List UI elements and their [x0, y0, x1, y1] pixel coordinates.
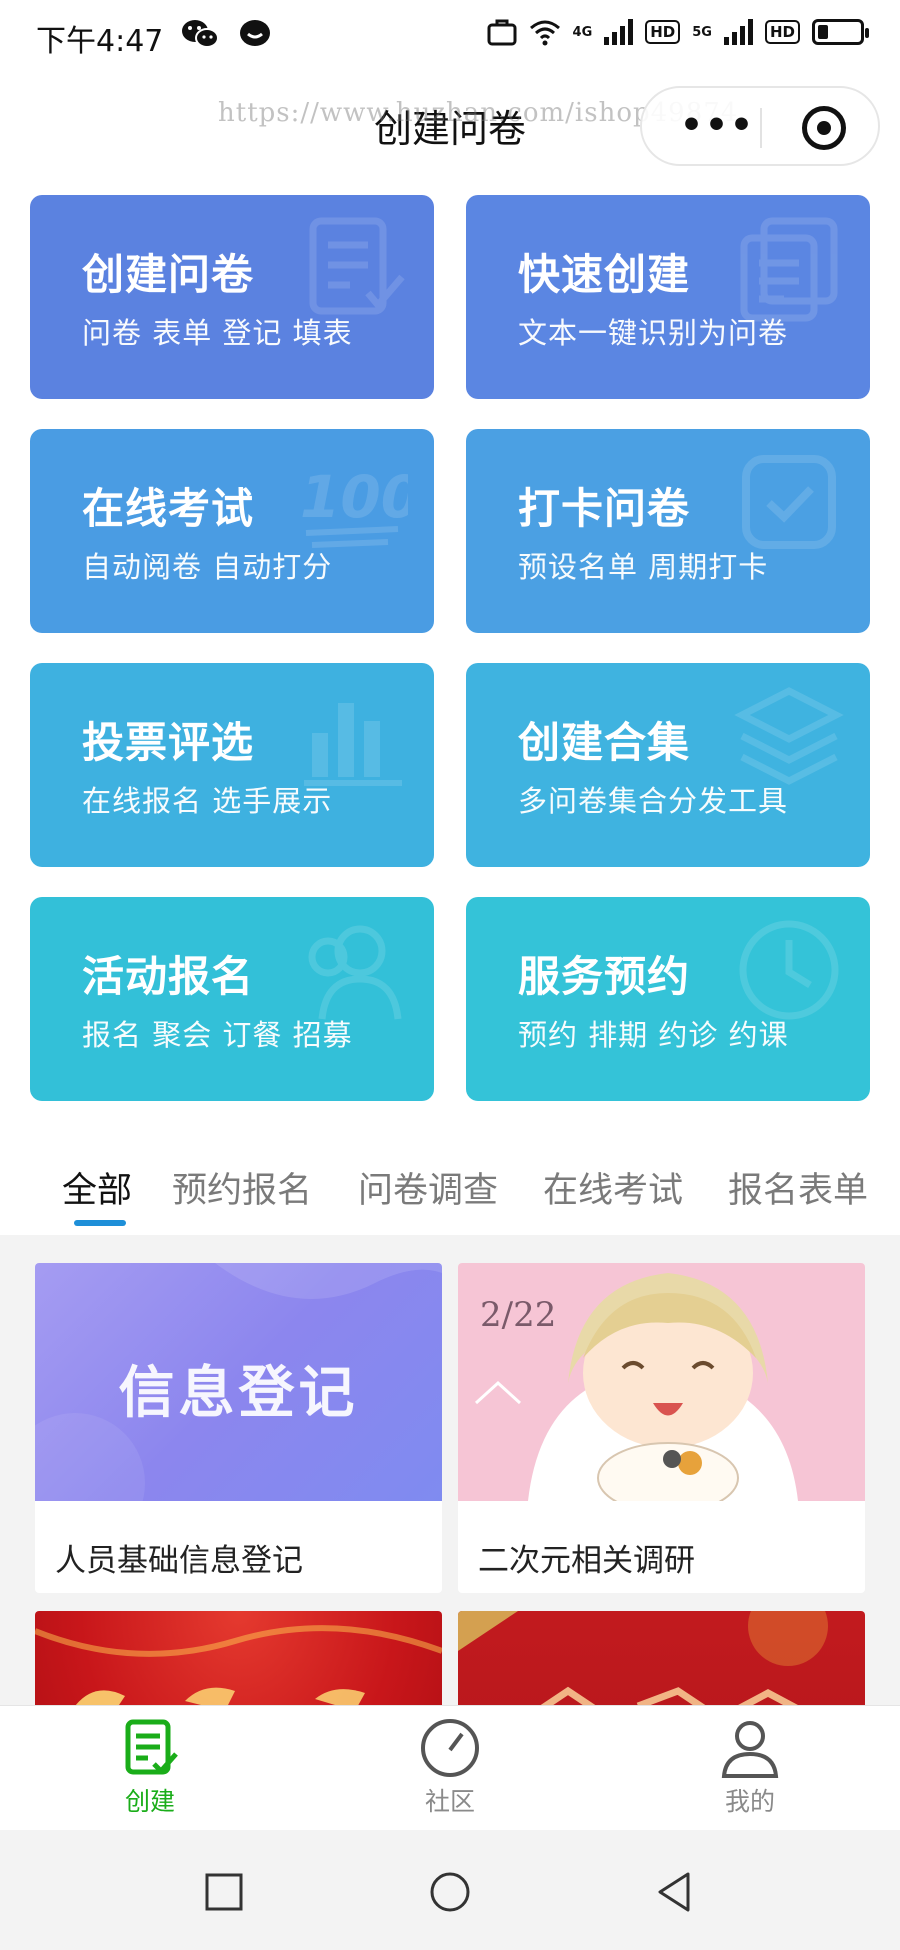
- tab-all[interactable]: 全部: [62, 1162, 132, 1213]
- status-app-icons: [180, 18, 272, 50]
- chat-bubble-icon: [240, 20, 270, 46]
- bottom-tab-bar: 创建 社区 我的: [0, 1705, 900, 1830]
- category-tabs: 全部 预约报名 问卷调查 在线考试 报名表单: [0, 1140, 900, 1235]
- card-title: 快速创建: [518, 250, 691, 299]
- template-card[interactable]: [35, 1611, 442, 1705]
- network-4g: 4G: [572, 24, 593, 40]
- tabbar-label: 我的: [724, 1787, 775, 1816]
- card-title: 服务预约: [518, 952, 691, 1001]
- copy-document-icon: [734, 213, 844, 323]
- signal-icon: [604, 19, 634, 45]
- card-title: 活动报名: [82, 952, 255, 1001]
- tab-signup-form[interactable]: 报名表单: [728, 1162, 868, 1213]
- signal-icon: [723, 19, 753, 45]
- template-cover-image: 信息登记: [35, 1263, 442, 1501]
- tab-online-exam[interactable]: 在线考试: [543, 1162, 683, 1213]
- template-list: 信息登记 人员基础信息登记 2/22 二次元相关调研: [0, 1235, 900, 1705]
- home-icon[interactable]: [428, 1870, 472, 1914]
- svg-text:100: 100: [300, 463, 408, 531]
- card-appointment[interactable]: 服务预约 预约 排期 约诊 约课: [466, 897, 870, 1101]
- card-subtitle: 文本一键识别为问卷: [518, 316, 789, 350]
- wechat-icon: [182, 20, 219, 48]
- card-checkin-survey[interactable]: 打卡问卷 预设名单 周期打卡: [466, 429, 870, 633]
- tabbar-label: 社区: [424, 1787, 475, 1816]
- template-cover-image: 2/22: [458, 1263, 865, 1501]
- status-right: 4G HD 5G HD: [487, 18, 869, 46]
- template-name: 人员基础信息登记: [55, 1543, 303, 1579]
- card-create-survey[interactable]: 创建问卷 问卷 表单 登记 填表: [30, 195, 434, 399]
- status-time: 下午4:47: [36, 24, 164, 59]
- hd-badge: HD: [764, 20, 800, 44]
- template-card[interactable]: [458, 1611, 865, 1705]
- tabbar-community[interactable]: 社区: [390, 1716, 510, 1818]
- template-cover-image: [458, 1611, 865, 1705]
- tab-survey[interactable]: 问卷调查: [358, 1162, 498, 1213]
- hd-badge: HD: [645, 20, 681, 44]
- card-online-exam[interactable]: 100 在线考试 自动阅卷 自动打分: [30, 429, 434, 633]
- back-icon[interactable]: [652, 1870, 696, 1914]
- template-card[interactable]: 2/22 二次元相关调研: [458, 1263, 865, 1593]
- card-quick-create[interactable]: 快速创建 文本一键识别为问卷: [466, 195, 870, 399]
- layers-icon: [734, 681, 844, 791]
- card-collection[interactable]: 创建合集 多问卷集合分发工具: [466, 663, 870, 867]
- card-subtitle: 预约 排期 约诊 约课: [518, 1018, 789, 1052]
- template-name: 二次元相关调研: [478, 1543, 695, 1579]
- briefcase-icon: [487, 19, 517, 46]
- card-subtitle: 自动阅卷 自动打分: [82, 550, 333, 584]
- card-title: 创建合集: [518, 718, 691, 767]
- cover-text: 信息登记: [118, 1361, 359, 1426]
- tabbar-mine[interactable]: 我的: [690, 1716, 810, 1818]
- tabbar-label: 创建: [124, 1787, 175, 1816]
- card-title: 创建问卷: [82, 250, 255, 299]
- card-event-signup[interactable]: 活动报名 报名 聚会 订餐 招募: [30, 897, 434, 1101]
- tab-active-indicator: [74, 1220, 126, 1226]
- wifi-icon: [529, 20, 560, 46]
- battery-icon: [812, 19, 869, 45]
- red-poster-decoration: [458, 1611, 828, 1705]
- more-menu-icon[interactable]: •••: [680, 108, 755, 144]
- card-subtitle: 在线报名 选手展示: [82, 784, 333, 818]
- capsule-divider: [760, 108, 762, 148]
- person-icon: [721, 1721, 779, 1778]
- template-cover-image: [35, 1611, 442, 1705]
- create-form-icon: [125, 1719, 178, 1775]
- people-icon: [298, 915, 408, 1025]
- card-vote[interactable]: 投票评选 在线报名 选手展示: [30, 663, 434, 867]
- template-card[interactable]: 信息登记 人员基础信息登记: [35, 1263, 442, 1593]
- cover-text: 2/22: [480, 1295, 557, 1335]
- tabbar-create[interactable]: 创建: [90, 1716, 210, 1818]
- clock-icon: [734, 915, 844, 1025]
- feature-grid: 创建问卷 问卷 表单 登记 填表 快速创建 文本一键识别为问卷 100 在线考试…: [30, 195, 870, 1101]
- system-nav-bar: [0, 1830, 900, 1950]
- card-subtitle: 问卷 表单 登记 填表: [82, 316, 353, 350]
- status-bar: 下午4:47 4G HD 5G HD: [0, 0, 900, 70]
- network-5g: 5G: [692, 24, 712, 40]
- card-title: 打卡问卷: [518, 484, 691, 533]
- card-subtitle: 报名 聚会 订餐 招募: [82, 1018, 353, 1052]
- red-banner-decoration: [35, 1625, 442, 1705]
- card-title: 在线考试: [82, 484, 255, 533]
- card-subtitle: 多问卷集合分发工具: [518, 784, 789, 818]
- checklist-icon: [298, 213, 408, 323]
- card-title: 投票评选: [82, 718, 255, 767]
- score-100-icon: 100: [298, 447, 421, 557]
- nav-bar: 创建问卷 https://www.huzhan.com/ishop49874 •…: [0, 70, 900, 180]
- check-square-icon: [734, 447, 844, 557]
- compass-icon: [421, 1719, 479, 1777]
- tab-booking-signup[interactable]: 预约报名: [172, 1162, 312, 1213]
- recent-apps-icon[interactable]: [202, 1870, 246, 1914]
- bar-chart-icon: [298, 681, 408, 791]
- card-subtitle: 预设名单 周期打卡: [518, 550, 769, 584]
- mini-program-capsule: •••: [640, 86, 880, 166]
- close-target-icon[interactable]: [802, 106, 846, 150]
